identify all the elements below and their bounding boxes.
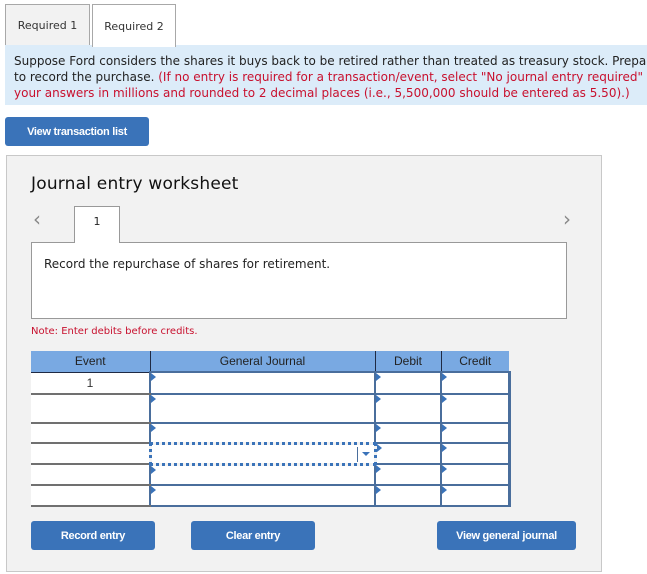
event-cell — [31, 423, 150, 444]
tab-required-2[interactable]: Required 2 — [92, 4, 176, 47]
transaction-description-text: Record the repurchase of shares for reti… — [44, 257, 331, 271]
dropdown-toggle[interactable] — [356, 446, 374, 462]
flag-icon — [151, 395, 156, 403]
clear-entry-button[interactable]: Clear entry — [191, 521, 315, 550]
flag-icon — [376, 424, 381, 432]
table-row — [31, 441, 511, 466]
credit-input[interactable] — [440, 442, 511, 465]
table-row — [31, 393, 511, 424]
table-row: 1 — [31, 371, 511, 395]
event-cell — [31, 443, 150, 465]
event-cell — [31, 485, 150, 507]
account-input[interactable] — [149, 371, 376, 395]
flag-icon — [442, 444, 447, 452]
account-input[interactable] — [149, 422, 376, 444]
account-select-focused[interactable] — [148, 441, 377, 466]
flag-icon — [151, 465, 156, 474]
header-event: Event — [31, 351, 151, 373]
flag-icon — [376, 444, 382, 452]
debit-input[interactable] — [374, 371, 442, 395]
worksheet-title: Journal entry worksheet — [31, 174, 239, 194]
debit-input[interactable] — [374, 442, 442, 465]
flag-icon — [442, 395, 447, 403]
flag-icon — [151, 373, 156, 381]
flag-icon — [442, 424, 447, 432]
credit-input[interactable] — [440, 393, 511, 424]
header-credit: Credit — [441, 351, 509, 373]
instructions-text: to record the purchase. — [14, 70, 159, 84]
instructions-line-3: your answers in millions and rounded to … — [14, 86, 630, 100]
account-input[interactable] — [149, 463, 376, 486]
flag-icon — [151, 486, 156, 494]
chevron-left-icon[interactable]: ‹ — [33, 209, 41, 229]
record-entry-button[interactable]: Record entry — [31, 521, 155, 550]
table-header-row: Event General Journal Debit Credit — [31, 351, 509, 373]
event-cell — [31, 394, 150, 424]
account-input[interactable] — [149, 393, 376, 424]
view-transaction-list-button[interactable]: View transaction list — [5, 117, 149, 146]
debits-credits-note: Note: Enter debits before credits. — [31, 326, 198, 337]
debit-input[interactable] — [374, 463, 442, 486]
account-input[interactable] — [149, 484, 376, 507]
table-row — [31, 422, 511, 444]
flag-icon — [442, 486, 447, 494]
instructions-hint: (If no entry is required for a transacti… — [158, 70, 647, 84]
journal-entry-table: Event General Journal Debit Credit 1 — [31, 351, 511, 507]
instructions-box: Suppose Ford considers the shares it buy… — [5, 45, 647, 105]
flag-icon — [442, 465, 447, 473]
credit-input[interactable] — [440, 371, 511, 395]
chevron-right-icon[interactable]: › — [563, 209, 571, 229]
chevron-down-icon — [361, 452, 370, 456]
instructions-line-2: to record the purchase. (If no entry is … — [14, 69, 647, 85]
instructions-line-1: Suppose Ford considers the shares it buy… — [14, 54, 647, 68]
header-general-journal: General Journal — [150, 351, 376, 373]
credit-input[interactable] — [440, 484, 511, 507]
flag-icon — [376, 465, 381, 473]
debit-input[interactable] — [374, 393, 442, 424]
transaction-description: Record the repurchase of shares for reti… — [31, 242, 567, 319]
flag-icon — [376, 486, 381, 494]
journal-entry-worksheet-panel: Journal entry worksheet ‹ › 1 Record the… — [6, 155, 602, 572]
flag-icon — [151, 424, 156, 432]
table-row — [31, 484, 511, 507]
worksheet-page-tab[interactable]: 1 — [74, 206, 120, 243]
debit-input[interactable] — [374, 422, 442, 444]
flag-icon — [442, 373, 447, 381]
tab-required-1[interactable]: Required 1 — [5, 4, 90, 46]
credit-input[interactable] — [440, 463, 511, 486]
debit-input[interactable] — [374, 484, 442, 507]
event-cell — [31, 464, 150, 486]
event-cell: 1 — [31, 372, 150, 395]
tab-bar: Required 1 Required 2 — [5, 4, 176, 47]
credit-input[interactable] — [440, 422, 511, 444]
flag-icon — [376, 395, 381, 403]
flag-icon — [376, 373, 381, 381]
header-debit: Debit — [375, 351, 442, 373]
table-row — [31, 463, 511, 486]
view-general-journal-button[interactable]: View general journal — [437, 521, 576, 550]
